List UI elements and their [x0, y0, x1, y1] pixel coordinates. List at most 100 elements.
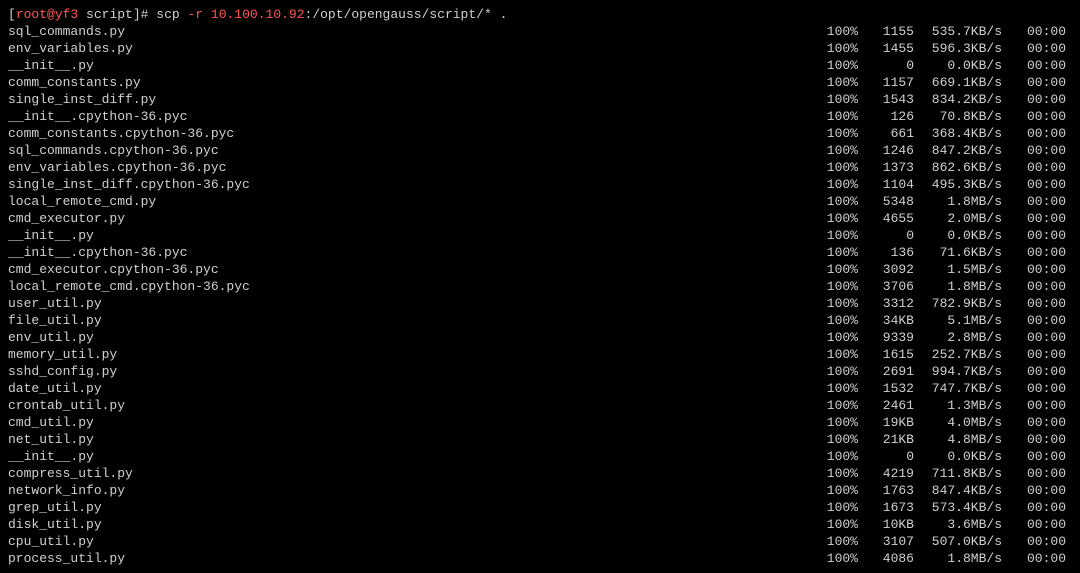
transfer-row: env_util.py100%93392.8MB/s00:00 — [8, 329, 1072, 346]
transfer-time: 00:00 — [1002, 329, 1072, 346]
transfer-row: single_inst_diff.cpython-36.pyc100%11044… — [8, 176, 1072, 193]
file-size: 10KB — [858, 516, 914, 533]
transfer-speed: 834.2KB/s — [914, 91, 1002, 108]
transfer-stats: 100%00.0KB/s00:00 — [814, 448, 1072, 465]
prompt-space — [78, 7, 86, 22]
transfer-row: network_info.py100%1763847.4KB/s00:00 — [8, 482, 1072, 499]
file-size: 21KB — [858, 431, 914, 448]
transfer-row: single_inst_diff.py100%1543834.2KB/s00:0… — [8, 91, 1072, 108]
transfer-row: cmd_util.py100%19KB4.0MB/s00:00 — [8, 414, 1072, 431]
filename: env_variables.py — [8, 40, 814, 57]
transfer-stats: 100%1373862.6KB/s00:00 — [814, 159, 1072, 176]
transfer-row: crontab_util.py100%24611.3MB/s00:00 — [8, 397, 1072, 414]
transfer-row: __init__.py100%00.0KB/s00:00 — [8, 227, 1072, 244]
filename: local_remote_cmd.py — [8, 193, 814, 210]
transfer-speed: 4.8MB/s — [914, 431, 1002, 448]
progress-percent: 100% — [814, 159, 858, 176]
file-size: 1763 — [858, 482, 914, 499]
transfer-stats: 100%21KB4.8MB/s00:00 — [814, 431, 1072, 448]
transfer-row: __init__.py100%00.0KB/s00:00 — [8, 448, 1072, 465]
progress-percent: 100% — [814, 363, 858, 380]
transfer-row: cpu_util.py100%3107507.0KB/s00:00 — [8, 533, 1072, 550]
transfer-stats: 100%1532747.7KB/s00:00 — [814, 380, 1072, 397]
progress-percent: 100% — [814, 23, 858, 40]
progress-percent: 100% — [814, 142, 858, 159]
transfer-row: disk_util.py100%10KB3.6MB/s00:00 — [8, 516, 1072, 533]
transfer-row: net_util.py100%21KB4.8MB/s00:00 — [8, 431, 1072, 448]
scp-output: sql_commands.py100%1155535.7KB/s00:00env… — [8, 23, 1072, 567]
transfer-speed: 994.7KB/s — [914, 363, 1002, 380]
filename: grep_util.py — [8, 499, 814, 516]
progress-percent: 100% — [814, 431, 858, 448]
prompt-hash: # — [141, 7, 157, 22]
file-size: 1543 — [858, 91, 914, 108]
transfer-row: local_remote_cmd.cpython-36.pyc100%37061… — [8, 278, 1072, 295]
transfer-time: 00:00 — [1002, 482, 1072, 499]
transfer-speed: 747.7KB/s — [914, 380, 1002, 397]
transfer-stats: 100%34KB5.1MB/s00:00 — [814, 312, 1072, 329]
progress-percent: 100% — [814, 91, 858, 108]
progress-percent: 100% — [814, 227, 858, 244]
filename: network_info.py — [8, 482, 814, 499]
transfer-speed: 507.0KB/s — [914, 533, 1002, 550]
transfer-speed: 1.8MB/s — [914, 550, 1002, 567]
transfer-row: process_util.py100%40861.8MB/s00:00 — [8, 550, 1072, 567]
transfer-stats: 100%40861.8MB/s00:00 — [814, 550, 1072, 567]
transfer-time: 00:00 — [1002, 295, 1072, 312]
progress-percent: 100% — [814, 295, 858, 312]
transfer-time: 00:00 — [1002, 533, 1072, 550]
transfer-time: 00:00 — [1002, 448, 1072, 465]
progress-percent: 100% — [814, 278, 858, 295]
progress-percent: 100% — [814, 533, 858, 550]
transfer-speed: 1.8MB/s — [914, 193, 1002, 210]
filename: __init__.py — [8, 57, 814, 74]
filename: memory_util.py — [8, 346, 814, 363]
file-size: 1455 — [858, 40, 914, 57]
transfer-stats: 100%1673573.4KB/s00:00 — [814, 499, 1072, 516]
file-size: 2691 — [858, 363, 914, 380]
transfer-row: cmd_executor.py100%46552.0MB/s00:00 — [8, 210, 1072, 227]
progress-percent: 100% — [814, 125, 858, 142]
transfer-speed: 1.5MB/s — [914, 261, 1002, 278]
transfer-row: compress_util.py100%4219711.8KB/s00:00 — [8, 465, 1072, 482]
file-size: 0 — [858, 448, 914, 465]
transfer-speed: 3.6MB/s — [914, 516, 1002, 533]
filename: __init__.py — [8, 227, 814, 244]
transfer-time: 00:00 — [1002, 550, 1072, 567]
transfer-time: 00:00 — [1002, 278, 1072, 295]
file-size: 3092 — [858, 261, 914, 278]
file-size: 1373 — [858, 159, 914, 176]
transfer-time: 00:00 — [1002, 261, 1072, 278]
transfer-speed: 2.8MB/s — [914, 329, 1002, 346]
file-size: 19KB — [858, 414, 914, 431]
transfer-row: file_util.py100%34KB5.1MB/s00:00 — [8, 312, 1072, 329]
prompt-cwd: script — [86, 7, 133, 22]
transfer-time: 00:00 — [1002, 193, 1072, 210]
filename: crontab_util.py — [8, 397, 814, 414]
transfer-row: grep_util.py100%1673573.4KB/s00:00 — [8, 499, 1072, 516]
prompt-user-host: root@yf3 — [16, 7, 78, 22]
transfer-speed: 596.3KB/s — [914, 40, 1002, 57]
transfer-row: __init__.cpython-36.pyc100%13671.6KB/s00… — [8, 244, 1072, 261]
filename: process_util.py — [8, 550, 814, 567]
progress-percent: 100% — [814, 312, 858, 329]
transfer-time: 00:00 — [1002, 499, 1072, 516]
progress-percent: 100% — [814, 414, 858, 431]
transfer-stats: 100%1155535.7KB/s00:00 — [814, 23, 1072, 40]
transfer-speed: 1.8MB/s — [914, 278, 1002, 295]
filename: comm_constants.py — [8, 74, 814, 91]
transfer-stats: 100%30921.5MB/s00:00 — [814, 261, 1072, 278]
transfer-stats: 100%12670.8KB/s00:00 — [814, 108, 1072, 125]
progress-percent: 100% — [814, 397, 858, 414]
transfer-stats: 100%3107507.0KB/s00:00 — [814, 533, 1072, 550]
transfer-row: user_util.py100%3312782.9KB/s00:00 — [8, 295, 1072, 312]
transfer-stats: 100%3312782.9KB/s00:00 — [814, 295, 1072, 312]
file-size: 126 — [858, 108, 914, 125]
cmd-option: -r — [188, 7, 211, 22]
filename: cpu_util.py — [8, 533, 814, 550]
transfer-time: 00:00 — [1002, 159, 1072, 176]
shell-prompt[interactable]: [root@yf3 script]# scp -r 10.100.10.92:/… — [8, 6, 1072, 23]
transfer-stats: 100%46552.0MB/s00:00 — [814, 210, 1072, 227]
transfer-time: 00:00 — [1002, 346, 1072, 363]
file-size: 0 — [858, 227, 914, 244]
